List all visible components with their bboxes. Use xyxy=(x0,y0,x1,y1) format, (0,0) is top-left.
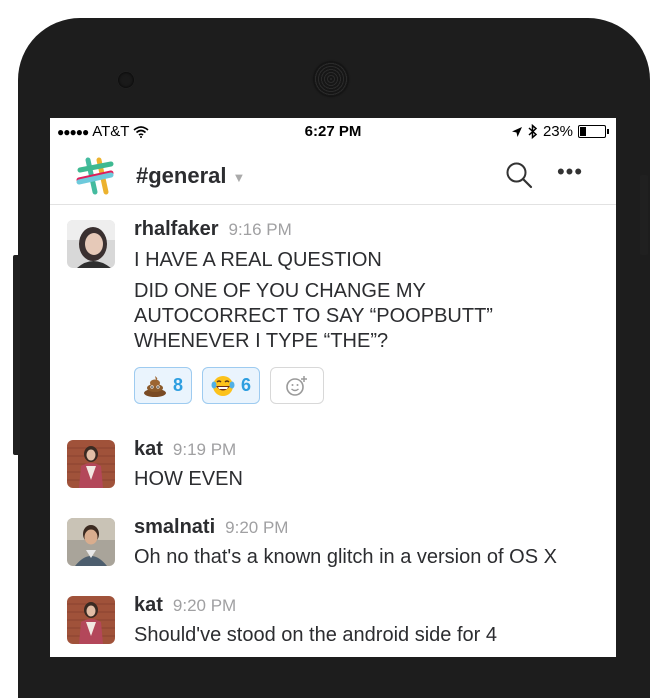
message-time: 9:20 PM xyxy=(225,518,289,537)
message: kat 9:19 PM HOW EVEN xyxy=(50,438,616,498)
message-text: WHENEVER I TYPE “THE”? xyxy=(134,330,389,352)
author-name[interactable]: smalnati xyxy=(134,516,215,538)
front-camera xyxy=(118,72,134,88)
channel-name[interactable]: #general ▼ xyxy=(136,163,245,189)
author-name[interactable]: kat xyxy=(134,594,163,616)
battery-icon xyxy=(578,125,609,138)
battery-percent: 23% xyxy=(542,123,573,140)
location-arrow-icon xyxy=(511,126,522,137)
chevron-down-icon[interactable]: ▼ xyxy=(233,170,246,185)
message-text: I HAVE A REAL QUESTION xyxy=(134,249,382,271)
message-time: 9:19 PM xyxy=(172,440,237,459)
screen: ●●●●● AT&T 6:27 PM 23% #general ▼ ••• rh… xyxy=(50,118,616,657)
reaction-count: 8 xyxy=(173,375,184,395)
avatar[interactable] xyxy=(67,220,115,268)
message-text: AUTOCORRECT TO SAY “POOPBUTT” xyxy=(134,305,493,327)
avatar[interactable] xyxy=(67,596,115,644)
add-reaction-button[interactable] xyxy=(270,367,325,404)
search-icon[interactable] xyxy=(505,161,533,189)
message-author[interactable]: kat 9:20 PM xyxy=(134,594,236,617)
reactions-bar: 8 6 xyxy=(134,367,325,404)
message-author[interactable]: smalnati 9:20 PM xyxy=(134,516,288,539)
author-name[interactable]: rhalfaker xyxy=(134,218,219,240)
bluetooth-icon xyxy=(528,124,538,139)
add-emoji-icon xyxy=(286,375,308,396)
message-time: 9:16 PM xyxy=(228,220,292,239)
reaction-count: 6 xyxy=(241,375,252,395)
message: smalnati 9:20 PM Oh no that's a known gli… xyxy=(50,516,616,576)
message-text: DID ONE OF YOU CHANGE MY xyxy=(134,280,426,302)
message-text: Should've stood on the android side for … xyxy=(134,624,497,646)
poop-emoji-icon xyxy=(144,375,166,397)
message-author[interactable]: rhalfaker 9:16 PM xyxy=(134,218,292,241)
message-text: HOW EVEN xyxy=(134,468,243,490)
author-name[interactable]: kat xyxy=(134,438,163,460)
more-icon[interactable]: ••• xyxy=(555,161,585,189)
slack-logo-icon[interactable] xyxy=(75,156,115,196)
power-button xyxy=(640,175,648,255)
volume-button xyxy=(13,255,20,455)
status-bar: ●●●●● AT&T 6:27 PM 23% xyxy=(50,118,616,146)
message-text: Oh no that's a known glitch in a version… xyxy=(134,546,557,568)
avatar[interactable] xyxy=(67,440,115,488)
channel-title: #general xyxy=(136,163,227,188)
message: rhalfaker 9:16 PM I HAVE A REAL QUESTION … xyxy=(50,218,616,408)
reaction-joy[interactable]: 6 xyxy=(202,367,261,404)
channel-header: #general ▼ ••• xyxy=(50,146,616,205)
avatar[interactable] xyxy=(67,518,115,566)
tears-of-joy-emoji-icon xyxy=(211,375,235,396)
earpiece-speaker xyxy=(314,62,348,96)
message: kat 9:20 PM Should've stood on the androi… xyxy=(50,594,616,654)
message-author[interactable]: kat 9:19 PM xyxy=(134,438,236,461)
reaction-poop[interactable]: 8 xyxy=(134,367,193,404)
message-time: 9:20 PM xyxy=(172,596,237,615)
